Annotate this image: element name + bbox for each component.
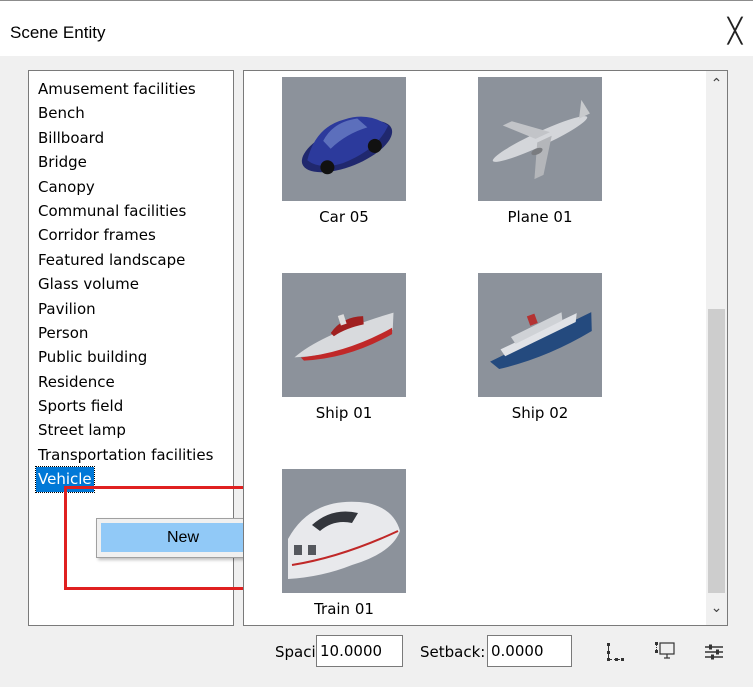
entity-tile[interactable]: Plane 01 (478, 77, 602, 226)
category-item[interactable]: Corridor frames (36, 223, 215, 247)
category-item[interactable]: Person (36, 321, 215, 345)
category-item[interactable]: Sports field (36, 394, 215, 418)
category-item[interactable]: Residence (36, 370, 215, 394)
entity-label: Train 01 (314, 600, 374, 618)
window-title: Scene Entity (10, 23, 106, 42)
setback-field[interactable]: 0.0000 (487, 635, 572, 667)
speedboat-thumbnail-icon (282, 273, 406, 397)
scene-entity-dialog: Scene Entity ╳ Amusement facilities Benc… (0, 0, 753, 687)
category-item[interactable]: Billboard (36, 126, 215, 150)
vertical-scrollbar[interactable]: ⌃ ⌄ (706, 71, 727, 625)
category-list: Amusement facilities Bench Billboard Bri… (35, 77, 215, 493)
entity-label: Ship 01 (315, 404, 373, 422)
title-bar: Scene Entity ╳ (0, 1, 753, 56)
spacing-field[interactable]: 10.0000 (316, 635, 403, 667)
category-item[interactable]: Canopy (36, 175, 215, 199)
category-item[interactable]: Public building (36, 345, 215, 369)
screen-select-icon[interactable] (654, 641, 676, 663)
category-item[interactable]: Pavilion (36, 297, 215, 321)
scroll-down-icon[interactable]: ⌄ (706, 600, 727, 620)
category-item[interactable]: Amusement facilities (36, 77, 215, 101)
entity-tile[interactable]: Car 05 (282, 77, 406, 226)
category-item[interactable]: Street lamp (36, 418, 215, 442)
category-item[interactable]: Transportation facilities (36, 443, 215, 467)
entity-gallery-panel: Car 05 Plane 01 Ship 01 Ship 02 Train 01… (243, 70, 728, 626)
scroll-up-icon[interactable]: ⌃ (706, 76, 727, 96)
close-icon[interactable]: ╳ (721, 17, 749, 45)
category-item[interactable]: Bridge (36, 150, 215, 174)
train-thumbnail-icon (282, 469, 406, 593)
scroll-thumb[interactable] (708, 309, 725, 593)
category-item[interactable]: Bench (36, 101, 215, 125)
entity-label: Ship 02 (511, 404, 569, 422)
plane-thumbnail-icon (478, 77, 602, 201)
node-chain-icon[interactable] (604, 641, 626, 663)
setback-label: Setback: (420, 643, 486, 661)
entity-label: Plane 01 (507, 208, 573, 226)
category-item[interactable]: Glass volume (36, 272, 215, 296)
category-item[interactable]: Featured landscape (36, 248, 215, 272)
category-item[interactable]: Communal facilities (36, 199, 215, 223)
entity-tile[interactable]: Ship 01 (282, 273, 406, 422)
cruise-ship-thumbnail-icon (478, 273, 602, 397)
entity-tile[interactable]: Train 01 (282, 469, 406, 618)
entity-tile[interactable]: Ship 02 (478, 273, 602, 422)
bottom-toolbar: Spacing: 10.0000 Setback: 0.0000 (0, 633, 753, 687)
car-thumbnail-icon (282, 77, 406, 201)
context-menu-new[interactable]: New (101, 523, 265, 552)
entity-label: Car 05 (319, 208, 369, 226)
sliders-icon[interactable] (703, 641, 725, 663)
